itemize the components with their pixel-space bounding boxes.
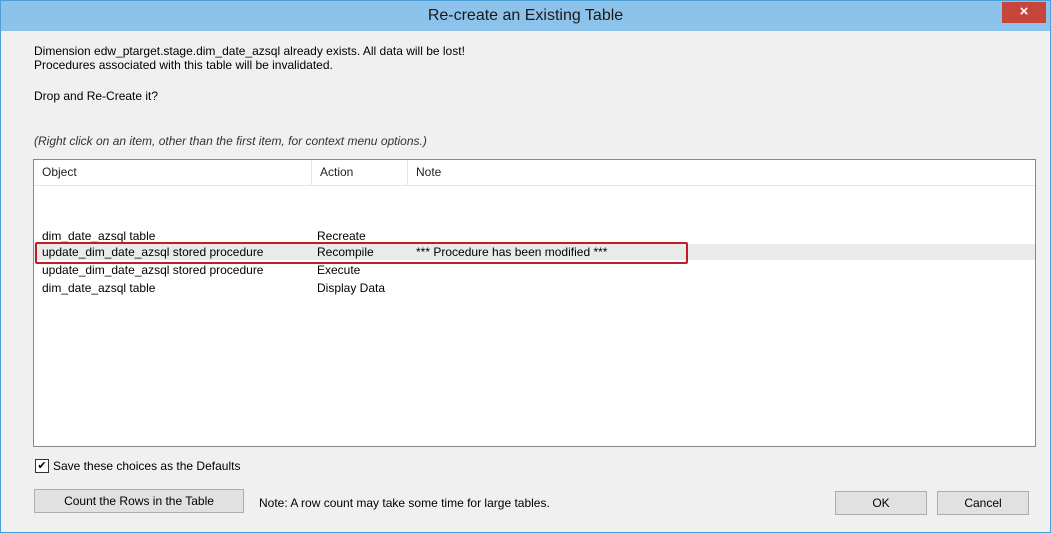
close-icon: × (1019, 3, 1029, 20)
row-count-note: Note: A row count may take some time for… (259, 496, 550, 510)
table-row-selected[interactable]: update_dim_date_azsql stored procedure R… (34, 242, 1035, 264)
table-row[interactable]: dim_date_azsql table Display Data (34, 280, 1035, 296)
title-bar: Re-create an Existing Table × (1, 1, 1050, 31)
close-button[interactable]: × (1002, 2, 1046, 23)
dialog-window: Re-create an Existing Table × Dimension … (0, 0, 1051, 533)
object-cell: update_dim_date_azsql stored procedure (42, 263, 264, 277)
object-cell: update_dim_date_azsql stored procedure (42, 245, 264, 259)
context-menu-hint: (Right click on an item, other than the … (34, 134, 427, 148)
checkmark-icon: ✔ (37, 460, 47, 472)
action-cell: Display Data (317, 281, 386, 295)
table-row[interactable]: update_dim_date_azsql stored procedure E… (34, 262, 1035, 278)
object-cell: dim_date_azsql table (42, 229, 156, 243)
warning-message: Dimension edw_ptarget.stage.dim_date_azs… (34, 44, 465, 58)
listview-header: Object Action Note (34, 160, 1035, 186)
object-cell: dim_date_azsql table (42, 281, 156, 295)
column-header-action[interactable]: Action (312, 160, 408, 185)
ok-button[interactable]: OK (835, 491, 927, 515)
dialog-title: Re-create an Existing Table (427, 7, 624, 24)
save-defaults-checkbox[interactable]: ✔ (35, 459, 49, 473)
action-cell: Recreate (317, 229, 366, 243)
count-rows-button[interactable]: Count the Rows in the Table (34, 489, 244, 513)
cancel-button[interactable]: Cancel (937, 491, 1029, 515)
save-defaults-label[interactable]: Save these choices as the Defaults (53, 459, 240, 473)
column-header-note[interactable]: Note (408, 160, 1008, 185)
note-cell: *** Procedure has been modified *** (416, 245, 608, 259)
table-row[interactable]: dim_date_azsql table Recreate (34, 228, 1035, 244)
drop-recreate-question: Drop and Re-Create it? (34, 89, 159, 103)
column-header-object[interactable]: Object (34, 160, 312, 185)
action-cell: Execute (317, 263, 361, 277)
invalidation-message: Procedures associated with this table wi… (34, 58, 333, 72)
objects-listview[interactable]: Object Action Note dim_date_azsql table … (33, 159, 1036, 447)
action-cell: Recompile (317, 245, 374, 259)
